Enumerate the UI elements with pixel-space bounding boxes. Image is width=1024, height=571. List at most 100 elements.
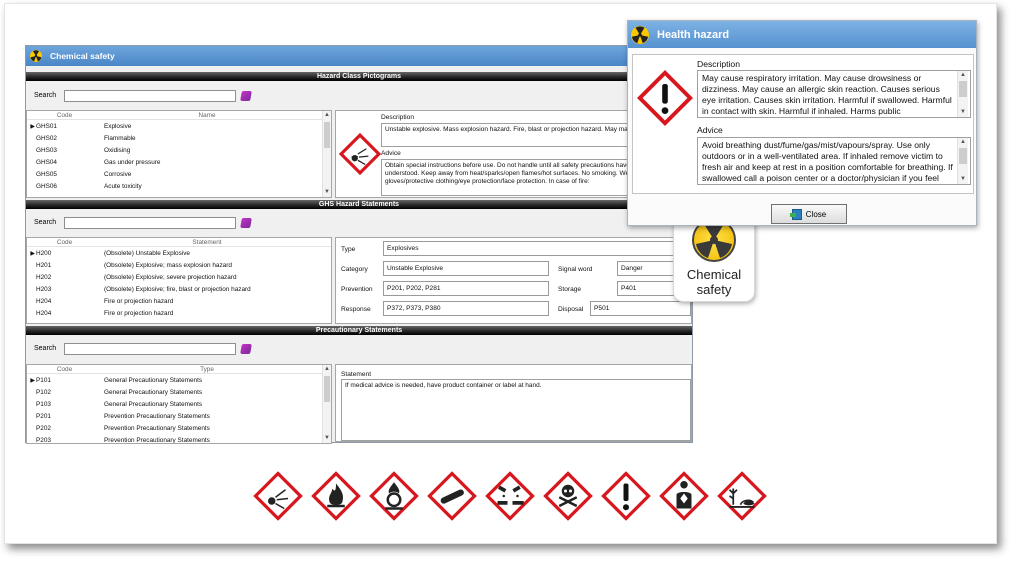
description-label: Description [381,114,414,121]
type-field[interactable]: Explosives [383,241,691,256]
health-hazard-dialog: Health hazard Description May cause resp… [627,20,977,226]
description-label: Description [697,59,740,69]
table-row[interactable]: P202 Prevention Precautionary Statements [27,422,331,434]
precautionary-detail-panel: Statement If medical advice is needed, h… [335,364,692,442]
advice-label: Advice [381,150,401,157]
app-icon-label-line1: Chemical [686,267,742,282]
scroll-up-icon[interactable]: ▲ [958,71,968,80]
dialog-content: Description May cause respiratory irrita… [632,54,974,194]
storage-label: Storage [558,286,582,293]
response-label: Response [341,306,371,313]
skull-icon [543,471,593,521]
grid-header: Code Name [27,111,331,120]
statements-search-input[interactable] [64,216,236,229]
statements-search-row: Search [26,214,266,231]
environment-icon [717,471,767,521]
category-label: Category [341,266,368,273]
eraser-icon[interactable] [240,90,252,101]
exclamation-pictogram [637,70,693,126]
vertical-scrollbar[interactable]: ▲ ▼ [322,365,331,443]
close-button[interactable]: Close [771,204,847,224]
column-header-code: Code [56,239,73,246]
column-header-name: Name [198,112,216,119]
main-window: Chemical safety Hazard Class Pictograms … [25,45,693,444]
table-row[interactable]: H201 (Obsolete) Explosive; mass explosion… [27,259,331,271]
main-window-title: Chemical safety [50,51,115,61]
scroll-down-icon[interactable]: ▼ [323,188,331,197]
current-row-indicator: ▶ [30,250,35,257]
grid-header: Code Statement [27,238,331,247]
close-button-label: Close [805,209,827,219]
table-row[interactable]: GHS04 Gas under pressure [27,156,331,168]
table-row[interactable]: GHS06 Acute toxicity [27,180,331,192]
explosive-pictogram [338,132,382,176]
table-row[interactable]: H202 (Obsolete) Explosive; severe project… [27,271,331,283]
health-description-text[interactable]: May cause respiratory irritation. May ca… [697,70,971,118]
precautionary-search-row: Search [26,340,266,357]
dialog-title: Health hazard [657,28,730,41]
statements-section-header: GHS Hazard Statements [26,200,692,209]
column-header-code: Code [56,112,73,119]
vertical-scrollbar[interactable]: ▲ ▼ [957,138,968,184]
radiation-icon [30,50,42,62]
scroll-up-icon[interactable]: ▲ [323,365,331,374]
scroll-down-icon[interactable]: ▼ [958,108,968,117]
eraser-icon[interactable] [240,343,252,354]
scroll-down-icon[interactable]: ▼ [323,434,331,443]
column-header-type: Type [200,366,214,373]
signal-word-label: Signal word [558,266,593,273]
statements-grid[interactable]: Code Statement ▶ H200 (Obsolete) Unstable … [26,237,332,324]
corrosive-icon [485,471,535,521]
statement-label: Statement [341,371,372,378]
prevention-label: Prevention [341,286,373,293]
table-row[interactable]: ▶ H200 (Obsolete) Unstable Explosive [27,247,331,259]
eraser-icon[interactable] [240,217,252,228]
vertical-scrollbar[interactable]: ▲ ▼ [957,71,968,117]
oxidising-icon [369,471,419,521]
explosive-icon [253,471,303,521]
table-row[interactable]: P203 Prevention Precautionary Statements [27,434,331,444]
pictograms-grid[interactable]: Code Name ▶ GHS01 Explosive GHS02 Flammable… [26,110,332,198]
prevention-field[interactable]: P201, P202, P281 [383,281,549,296]
exit-door-icon [789,208,802,220]
table-row[interactable]: GHS03 Oxidising [27,144,331,156]
category-field[interactable]: Unstable Explosive [383,261,549,276]
grid-header: Code Type [27,365,331,374]
pictograms-section-header: Hazard Class Pictograms [26,72,692,81]
precautionary-search-input[interactable] [64,342,236,355]
disposal-label: Disposal [558,306,584,313]
table-row[interactable]: P102 General Precautionary Statements [27,386,331,398]
scroll-up-icon[interactable]: ▲ [958,138,968,147]
response-field[interactable]: P372, P373, P380 [383,301,549,316]
exclamation-icon [601,471,651,521]
table-row[interactable]: P103 General Precautionary Statements [27,398,331,410]
type-label: Type [341,246,356,253]
current-row-indicator: ▶ [30,377,35,384]
table-row[interactable]: ▶ P101 General Precautionary Statements [27,374,331,386]
health-advice-text[interactable]: Avoid breathing dust/fume/gas/mist/vapou… [697,137,971,185]
vertical-scrollbar[interactable]: ▲ ▼ [322,111,331,197]
statement-detail-panel: Type Explosives Category Unstable Explos… [335,237,692,324]
table-row[interactable]: P201 Prevention Precautionary Statements [27,410,331,422]
table-row[interactable]: H204 Fire or projection hazard [27,307,331,319]
screenshot-card: Chemical safety Hazard Class Pictograms … [4,3,997,544]
table-row[interactable]: H204 Fire or projection hazard [27,295,331,307]
statement-text[interactable]: If medical advice is needed, have produc… [341,379,691,441]
search-label: Search [34,219,57,226]
table-row[interactable]: ▶ GHS01 Explosive [27,120,331,132]
pictograms-search-input[interactable] [64,89,236,102]
health-hazard-icon [659,471,709,521]
table-row[interactable]: GHS02 Flammable [27,132,331,144]
dialog-titlebar[interactable]: Health hazard [628,21,976,48]
table-row[interactable]: GHS05 Corrosive [27,168,331,180]
scroll-down-icon[interactable]: ▼ [958,175,968,184]
flammable-icon [311,471,361,521]
precautionary-grid[interactable]: Code Type ▶ P101 General Precautionary Sta… [26,364,332,444]
table-row[interactable]: H203 (Obsolete) Explosive; fire, blast or… [27,283,331,295]
main-titlebar[interactable]: Chemical safety [26,46,692,66]
column-header-statement: Statement [192,239,222,246]
disposal-field[interactable]: P501 [590,301,691,316]
scroll-up-icon[interactable]: ▲ [323,111,331,120]
app-icon-label-line2: safety [696,282,732,297]
current-row-indicator: ▶ [30,123,35,130]
